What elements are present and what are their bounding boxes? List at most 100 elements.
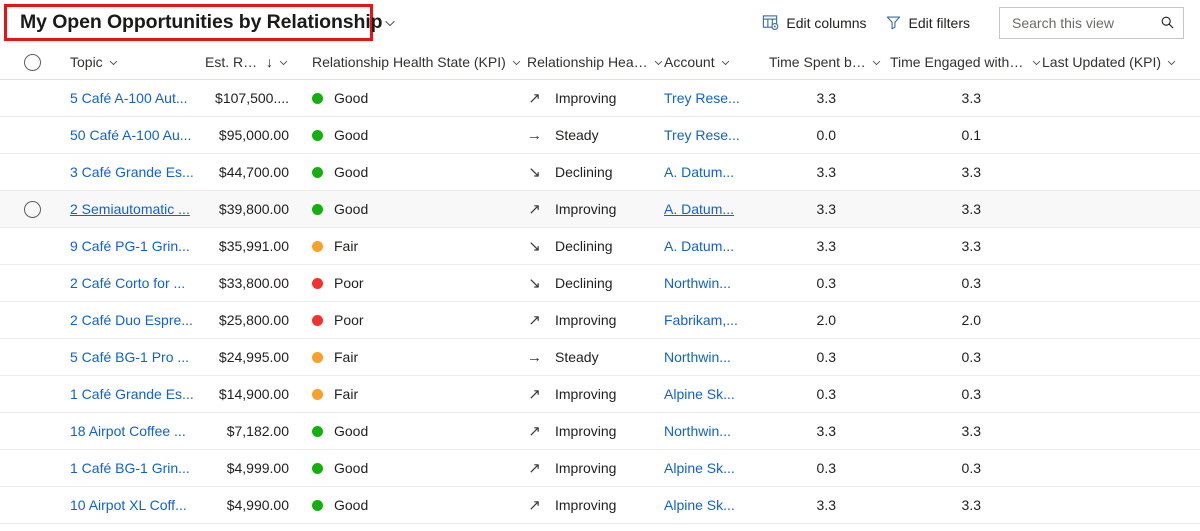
column-header-health-state[interactable]: Relationship Health State (KPI) <box>289 45 522 79</box>
table-row[interactable]: 5 Café BG-1 Pro ...$24,995.00Fair→Steady… <box>0 339 1200 376</box>
trend-arrow-icon: → <box>527 128 542 143</box>
cell-topic[interactable]: 5 Café BG-1 Pro ... <box>64 349 199 365</box>
chevron-down-icon[interactable] <box>1031 57 1042 68</box>
account-link[interactable]: Northwin... <box>664 349 762 365</box>
account-link[interactable]: Trey Rese... <box>664 127 762 143</box>
edit-filters-button[interactable]: Edit filters <box>876 7 979 39</box>
topic-link[interactable]: 3 Café Grande Es... <box>70 164 199 180</box>
trend-arrow-icon: ↗ <box>527 91 542 106</box>
cell-time-spent: 3.3 <box>762 497 882 513</box>
column-header-time-engaged[interactable]: Time Engaged with Cust... <box>882 45 1042 79</box>
chevron-down-icon[interactable] <box>653 57 664 68</box>
select-all-circle[interactable] <box>24 54 41 71</box>
account-link[interactable]: A. Datum... <box>664 164 762 180</box>
table-row[interactable]: 5 Café A-100 Aut...$107,500....Good↗Impr… <box>0 80 1200 117</box>
account-link[interactable]: Alpine Sk... <box>664 386 762 402</box>
cell-topic[interactable]: 10 Airpot XL Coff... <box>64 497 199 513</box>
table-row[interactable]: 2 Café Corto for ...$33,800.00Poor↘Decli… <box>0 265 1200 302</box>
chevron-down-icon[interactable] <box>383 16 397 30</box>
chevron-down-icon[interactable] <box>278 57 289 68</box>
health-trend-label: Improving <box>555 386 616 402</box>
cell-account[interactable]: Alpine Sk... <box>664 386 762 402</box>
cell-account[interactable]: Trey Rese... <box>664 127 762 143</box>
topic-link[interactable]: 5 Café A-100 Aut... <box>70 90 199 106</box>
select-all-cell[interactable] <box>0 54 64 71</box>
sort-descending-icon[interactable]: ↓ <box>266 55 273 69</box>
cell-account[interactable]: Northwin... <box>664 275 762 291</box>
cell-time-engaged: 0.3 <box>882 275 1042 291</box>
topic-link[interactable]: 1 Café BG-1 Grin... <box>70 460 199 476</box>
topic-link[interactable]: 10 Airpot XL Coff... <box>70 497 199 513</box>
topic-link[interactable]: 5 Café BG-1 Pro ... <box>70 349 199 365</box>
table-row[interactable]: 3 Café Grande Es...$44,700.00Good↘Declin… <box>0 154 1200 191</box>
search-icon[interactable] <box>1160 15 1175 30</box>
search-box[interactable] <box>999 7 1184 39</box>
cell-account[interactable]: Alpine Sk... <box>664 497 762 513</box>
topic-link[interactable]: 9 Café PG-1 Grin... <box>70 238 199 254</box>
cell-health-state: Poor <box>289 312 522 328</box>
health-state-label: Fair <box>334 238 358 254</box>
account-link[interactable]: Alpine Sk... <box>664 460 762 476</box>
table-row[interactable]: 1 Café BG-1 Grin...$4,999.00Good↗Improvi… <box>0 450 1200 487</box>
table-row[interactable]: 18 Airpot Coffee ...$7,182.00Good↗Improv… <box>0 413 1200 450</box>
cell-account[interactable]: A. Datum... <box>664 164 762 180</box>
topic-link[interactable]: 18 Airpot Coffee ... <box>70 423 199 439</box>
health-state-label: Good <box>334 201 368 217</box>
cell-topic[interactable]: 50 Café A-100 Au... <box>64 127 199 143</box>
account-link[interactable]: A. Datum... <box>664 238 762 254</box>
view-selector[interactable]: My Open Opportunities by Relationship <box>4 4 373 41</box>
cell-account[interactable]: Alpine Sk... <box>664 460 762 476</box>
column-header-health-trend[interactable]: Relationship Health ... <box>522 45 664 79</box>
chevron-down-icon[interactable] <box>1166 57 1177 68</box>
cell-topic[interactable]: 3 Café Grande Es... <box>64 164 199 180</box>
chevron-down-icon[interactable] <box>108 57 119 68</box>
cell-topic[interactable]: 2 Café Corto for ... <box>64 275 199 291</box>
cell-topic[interactable]: 2 Café Duo Espre... <box>64 312 199 328</box>
account-link[interactable]: Trey Rese... <box>664 90 762 106</box>
cell-topic[interactable]: 1 Café Grande Es... <box>64 386 199 402</box>
topic-link[interactable]: 1 Café Grande Es... <box>70 386 199 402</box>
topic-link[interactable]: 2 Semiautomatic ... <box>70 201 199 217</box>
account-link[interactable]: Fabrikam,... <box>664 312 762 328</box>
table-row[interactable]: 10 Airpot XL Coff...$4,990.00Good↗Improv… <box>0 487 1200 524</box>
topic-link[interactable]: 2 Café Duo Espre... <box>70 312 199 328</box>
cell-account[interactable]: Trey Rese... <box>664 90 762 106</box>
table-row[interactable]: 50 Café A-100 Au...$95,000.00Good→Steady… <box>0 117 1200 154</box>
account-link[interactable]: Alpine Sk... <box>664 497 762 513</box>
status-dot <box>312 463 323 474</box>
table-row[interactable]: 2 Café Duo Espre...$25,800.00Poor↗Improv… <box>0 302 1200 339</box>
table-row[interactable]: 1 Café Grande Es...$14,900.00Fair↗Improv… <box>0 376 1200 413</box>
cell-topic[interactable]: 18 Airpot Coffee ... <box>64 423 199 439</box>
chevron-down-icon[interactable] <box>511 57 522 68</box>
cell-topic[interactable]: 1 Café BG-1 Grin... <box>64 460 199 476</box>
cell-topic[interactable]: 9 Café PG-1 Grin... <box>64 238 199 254</box>
edit-columns-button[interactable]: Edit columns <box>753 7 875 39</box>
cell-account[interactable]: Northwin... <box>664 349 762 365</box>
column-header-account[interactable]: Account <box>664 45 762 79</box>
table-row[interactable]: 2 Semiautomatic ...$39,800.00Good↗Improv… <box>0 191 1200 228</box>
search-input[interactable] <box>1010 14 1160 32</box>
chevron-down-icon[interactable] <box>720 57 731 68</box>
cell-est-revenue: $33,800.00 <box>199 275 289 291</box>
cell-account[interactable]: Fabrikam,... <box>664 312 762 328</box>
account-link[interactable]: Northwin... <box>664 275 762 291</box>
cell-account[interactable]: A. Datum... <box>664 238 762 254</box>
trend-arrow-icon: ↗ <box>527 461 542 476</box>
topic-link[interactable]: 50 Café A-100 Au... <box>70 127 199 143</box>
column-header-est-revenue[interactable]: Est. Re... ↓ <box>199 45 289 79</box>
column-header-topic[interactable]: Topic <box>64 45 199 79</box>
column-header-time-spent[interactable]: Time Spent by T... <box>762 45 882 79</box>
column-header-last-updated[interactable]: Last Updated (KPI) <box>1042 45 1200 79</box>
topic-link[interactable]: 2 Café Corto for ... <box>70 275 199 291</box>
cell-topic[interactable]: 5 Café A-100 Aut... <box>64 90 199 106</box>
account-link[interactable]: Northwin... <box>664 423 762 439</box>
cell-account[interactable]: Northwin... <box>664 423 762 439</box>
row-select-circle[interactable] <box>24 201 41 218</box>
account-link[interactable]: A. Datum... <box>664 201 762 217</box>
chevron-down-icon[interactable] <box>871 57 882 68</box>
column-header-label: Relationship Health ... <box>527 54 648 70</box>
cell-topic[interactable]: 2 Semiautomatic ... <box>64 201 199 217</box>
cell-account[interactable]: A. Datum... <box>664 201 762 217</box>
table-row[interactable]: 9 Café PG-1 Grin...$35,991.00Fair↘Declin… <box>0 228 1200 265</box>
row-select-cell[interactable] <box>0 201 64 218</box>
